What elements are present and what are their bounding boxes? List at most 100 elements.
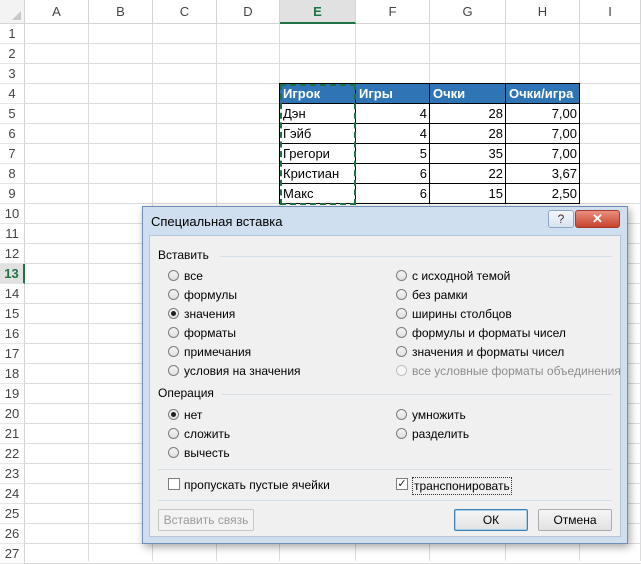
radio-option[interactable]: вычесть — [168, 445, 398, 461]
radio-option[interactable]: с исходной темой — [396, 268, 626, 284]
radio-option[interactable]: разделить — [396, 426, 626, 442]
table-cell[interactable]: 7,00 — [506, 104, 580, 124]
radio-option[interactable]: без рамки — [396, 287, 626, 303]
radio-option[interactable]: примечания — [168, 344, 398, 360]
column-header-d[interactable]: D — [217, 0, 280, 24]
table-cell[interactable]: 4 — [356, 104, 430, 124]
row-header-26[interactable]: 26 — [0, 524, 25, 544]
radio-icon[interactable] — [396, 308, 407, 319]
table-cell[interactable]: 5 — [356, 144, 430, 164]
table-cell[interactable]: 6 — [356, 164, 430, 184]
row-header-12[interactable]: 12 — [0, 244, 25, 264]
column-header-e[interactable]: E — [280, 0, 356, 24]
table-cell[interactable]: 6 — [356, 184, 430, 204]
table-header-cell[interactable]: Игрок — [280, 84, 356, 104]
radio-icon[interactable] — [396, 428, 407, 439]
row-header-1[interactable]: 1 — [0, 24, 25, 44]
row-header-20[interactable]: 20 — [0, 404, 25, 424]
row-header-10[interactable]: 10 — [0, 204, 25, 224]
table-header-cell[interactable]: Очки — [430, 84, 506, 104]
ok-button[interactable]: ОК — [454, 509, 528, 531]
table-cell[interactable]: 2,50 — [506, 184, 580, 204]
table-cell[interactable]: 7,00 — [506, 124, 580, 144]
radio-icon[interactable] — [168, 428, 179, 439]
transpose-check-icon[interactable]: ✓ — [396, 478, 408, 490]
row-header-5[interactable]: 5 — [0, 104, 25, 124]
skip-blanks-check-icon[interactable] — [168, 478, 180, 490]
radio-option[interactable]: формулы и форматы чисел — [396, 325, 626, 341]
radio-icon[interactable] — [168, 365, 179, 376]
row-header-19[interactable]: 19 — [0, 384, 25, 404]
row-header-24[interactable]: 24 — [0, 484, 25, 504]
table-header-cell[interactable]: Очки/игра — [506, 84, 580, 104]
radio-option[interactable]: умножить — [396, 407, 626, 423]
radio-icon[interactable] — [396, 346, 407, 357]
table-cell[interactable]: Дэн — [280, 104, 356, 124]
row-header-21[interactable]: 21 — [0, 424, 25, 444]
table-cell[interactable]: Макс — [280, 184, 356, 204]
radio-option[interactable]: ширины столбцов — [396, 306, 626, 322]
radio-icon[interactable] — [168, 327, 179, 338]
radio-option[interactable]: сложить — [168, 426, 398, 442]
row-header-8[interactable]: 8 — [0, 164, 25, 184]
radio-selected-icon[interactable] — [168, 409, 179, 420]
column-header-c[interactable]: C — [153, 0, 217, 24]
radio-option[interactable]: формулы — [168, 287, 398, 303]
table-cell[interactable]: 7,00 — [506, 144, 580, 164]
help-button[interactable]: ? — [548, 210, 574, 228]
row-header-4[interactable]: 4 — [0, 84, 25, 104]
row-header-15[interactable]: 15 — [0, 304, 25, 324]
row-header-14[interactable]: 14 — [0, 284, 25, 304]
table-cell[interactable]: Кристиан — [280, 164, 356, 184]
row-header-23[interactable]: 23 — [0, 464, 25, 484]
row-header-11[interactable]: 11 — [0, 224, 25, 244]
table-cell[interactable]: 28 — [430, 104, 506, 124]
column-header-g[interactable]: G — [430, 0, 506, 24]
table-cell[interactable]: 4 — [356, 124, 430, 144]
radio-option[interactable]: форматы — [168, 325, 398, 341]
radio-icon[interactable] — [396, 270, 407, 281]
column-header-b[interactable]: B — [89, 0, 153, 24]
radio-selected-icon[interactable] — [168, 308, 179, 319]
column-header-h[interactable]: H — [506, 0, 580, 24]
radio-option[interactable]: значения и форматы чисел — [396, 344, 626, 360]
radio-option[interactable]: условия на значения — [168, 363, 398, 379]
row-header-18[interactable]: 18 — [0, 364, 25, 384]
transpose-checkbox[interactable]: ✓ транспонировать — [396, 477, 556, 495]
row-header-7[interactable]: 7 — [0, 144, 25, 164]
table-header-cell[interactable]: Игры — [356, 84, 430, 104]
dialog-titlebar[interactable]: Специальная вставка ? ✕ — [143, 207, 627, 235]
table-cell[interactable]: 22 — [430, 164, 506, 184]
table-cell[interactable]: 35 — [430, 144, 506, 164]
row-header-2[interactable]: 2 — [0, 44, 25, 64]
row-header-25[interactable]: 25 — [0, 504, 25, 524]
radio-icon[interactable] — [396, 327, 407, 338]
radio-option[interactable]: значения — [168, 306, 398, 322]
column-header-i[interactable]: I — [580, 0, 641, 24]
radio-icon[interactable] — [168, 289, 179, 300]
radio-icon[interactable] — [168, 447, 179, 458]
row-header-27[interactable]: 27 — [0, 544, 25, 564]
row-header-13[interactable]: 13 — [0, 264, 25, 284]
row-header-17[interactable]: 17 — [0, 344, 25, 364]
paste-link-button[interactable]: Вставить связь — [158, 509, 254, 531]
radio-option[interactable]: все — [168, 268, 398, 284]
radio-icon[interactable] — [396, 409, 407, 420]
radio-icon[interactable] — [168, 346, 179, 357]
cancel-button[interactable]: Отмена — [538, 509, 612, 531]
table-cell[interactable]: 15 — [430, 184, 506, 204]
column-header-f[interactable]: F — [356, 0, 430, 24]
skip-blanks-checkbox[interactable]: пропускать пустые ячейки — [168, 477, 368, 493]
table-cell[interactable]: 3,67 — [506, 164, 580, 184]
table-cell[interactable]: Грегори — [280, 144, 356, 164]
radio-option[interactable]: нет — [168, 407, 398, 423]
row-header-3[interactable]: 3 — [0, 64, 25, 84]
table-cell[interactable]: Гэйб — [280, 124, 356, 144]
row-header-6[interactable]: 6 — [0, 124, 25, 144]
row-header-9[interactable]: 9 — [0, 184, 25, 204]
radio-icon[interactable] — [396, 289, 407, 300]
column-header-a[interactable]: A — [25, 0, 89, 24]
close-button[interactable]: ✕ — [575, 210, 620, 228]
radio-icon[interactable] — [168, 270, 179, 281]
row-header-22[interactable]: 22 — [0, 444, 25, 464]
